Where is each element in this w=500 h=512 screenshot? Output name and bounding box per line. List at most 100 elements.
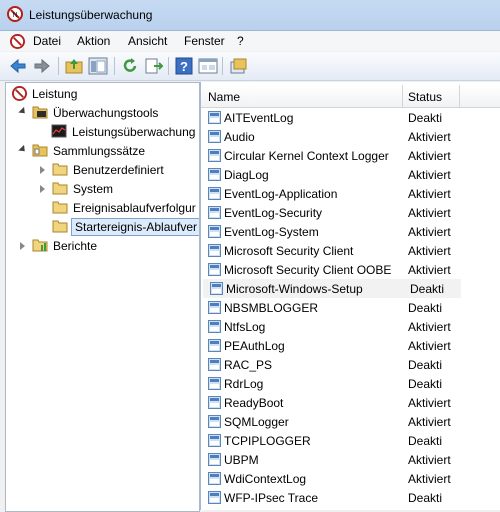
row-status: Aktiviert [408,168,451,182]
perfmon-window: N Leistungsüberwachung Datei Aktion Ansi… [0,0,500,512]
svg-text:N: N [12,12,17,19]
table-row[interactable]: NBSMBLOGGER Deakti [201,298,500,317]
table-row[interactable]: RAC_PS Deakti [201,355,500,374]
expanded-triangle-icon[interactable] [18,144,28,155]
table-row[interactable]: RdrLog Deakti [201,374,500,393]
tree-item-berichte[interactable]: Berichte [18,237,198,255]
row-name: Microsoft-Windows-Setup [226,282,363,296]
row-name: Microsoft Security Client OOBE [224,263,392,277]
back-arrow-icon[interactable] [8,56,28,76]
table-row[interactable]: Microsoft-Windows-Setup Deakti [203,279,461,298]
trace-session-icon [208,130,221,143]
trace-session-icon [208,339,221,352]
table-row[interactable]: PEAuthLog Aktiviert [201,336,500,355]
menu-aktion[interactable]: Aktion [77,34,110,48]
trace-session-icon [208,434,221,447]
trace-session-icon [208,320,221,333]
perfmon-node-icon [12,86,27,101]
collapsed-triangle-icon[interactable] [40,185,45,193]
folder-icon [52,163,68,176]
collapsed-triangle-icon[interactable] [40,166,45,174]
table-row[interactable]: EventLog-Security Aktiviert [201,203,500,222]
title-bar[interactable]: N Leistungsüberwachung [0,0,500,31]
table-row[interactable]: WdiContextLog Aktiviert [201,469,500,488]
tree-item-system[interactable]: System [38,180,198,198]
row-status: Aktiviert [408,415,451,429]
tree-item-ereignisablaufverfolgung[interactable]: Ereignisablaufverfolgur [52,199,198,217]
row-name: RdrLog [224,377,264,391]
properties-pane-icon[interactable] [198,56,218,76]
table-row[interactable]: EventLog-Application Aktiviert [201,184,500,203]
tree-label: Ereignisablaufverfolgur [73,201,196,215]
trace-session-icon [208,415,221,428]
tree-label: Sammlungssätze [53,144,146,158]
table-row[interactable]: Circular Kernel Context Logger Aktiviert [201,146,500,165]
row-name: UBPM [224,453,259,467]
tree-item-leistungsueberwachung[interactable]: Leistungsüberwachung [51,123,199,141]
tree-label: Benutzerdefiniert [73,163,164,177]
window-title: Leistungsüberwachung [29,8,153,22]
table-row[interactable]: Microsoft Security Client OOBE Aktiviert [201,260,500,279]
export-list-icon[interactable] [144,56,164,76]
show-hide-tree-icon[interactable] [88,56,108,76]
table-row[interactable]: EventLog-System Aktiviert [201,222,500,241]
row-name: Audio [224,130,255,144]
trace-session-icon [208,396,221,409]
menu-ansicht[interactable]: Ansicht [128,34,167,48]
menu-datei[interactable]: Datei [33,34,61,48]
collapsed-triangle-icon[interactable] [20,242,25,250]
system-menu-icon[interactable] [10,34,25,49]
table-row[interactable]: Microsoft Security Client Aktiviert [201,241,500,260]
trace-session-icon [208,206,221,219]
folder-icon [52,220,68,233]
table-row[interactable]: DiagLog Aktiviert [201,165,500,184]
table-row[interactable]: AITEventLog Deakti [201,108,500,127]
forward-arrow-icon[interactable] [32,56,52,76]
up-folder-icon[interactable] [64,56,84,76]
table-row[interactable]: TCPIPLOGGER Deakti [201,431,500,450]
tree-label: Überwachungstools [53,106,159,120]
trace-session-icon [208,491,221,504]
trace-session-icon [208,472,221,485]
row-status: Aktiviert [408,472,451,486]
trace-session-icon [210,282,223,295]
row-status: Deakti [408,377,443,391]
table-row[interactable]: WFP-IPsec Trace Deakti [201,488,500,507]
trace-session-icon [208,168,221,181]
row-name: EventLog-Security [224,206,323,220]
tree-item-startereignis[interactable]: Startereignis-Ablaufver [52,218,199,236]
row-status: Aktiviert [408,244,451,258]
menu-bar: Datei Aktion Ansicht Fenster ? [0,31,500,51]
menu-help[interactable]: ? [237,34,244,48]
tree-label: Leistungsüberwachung [72,125,196,139]
table-row[interactable]: SQMLogger Aktiviert [201,412,500,431]
row-status: Aktiviert [408,339,451,353]
new-collector-set-icon[interactable] [228,56,248,76]
column-header-name[interactable]: Name [208,90,240,104]
trace-session-icon [208,225,221,238]
row-status: Deakti [410,282,445,296]
tree-item-ueberwachungstools[interactable]: Überwachungstools [18,104,198,122]
reports-folder-icon [32,239,48,252]
trace-session-icon [208,187,221,200]
tree-item-benutzerdefiniert[interactable]: Benutzerdefiniert [38,161,198,179]
expanded-triangle-icon[interactable] [18,106,28,117]
refresh-icon[interactable] [120,56,140,76]
help-icon[interactable]: ? [174,56,194,76]
table-row[interactable]: UBPM Aktiviert [201,450,500,469]
tree-label: Startereignis-Ablaufver [71,218,199,236]
trace-session-icon [208,263,221,276]
row-status: Deakti [408,434,443,448]
row-status: Deakti [408,301,443,315]
row-name: WdiContextLog [224,472,307,486]
tree-item-leistung[interactable]: Leistung [12,85,197,103]
trace-session-icon [208,149,221,162]
row-name: SQMLogger [224,415,289,429]
row-name: NBSMBLOGGER [224,301,319,315]
table-row[interactable]: ReadyBoot Aktiviert [201,393,500,412]
tree-item-sammlungssaetze[interactable]: Sammlungssätze [18,142,198,160]
table-row[interactable]: NtfsLog Aktiviert [201,317,500,336]
column-header-status[interactable]: Status [408,90,442,104]
table-row[interactable]: Audio Aktiviert [201,127,500,146]
menu-fenster[interactable]: Fenster [184,34,225,48]
